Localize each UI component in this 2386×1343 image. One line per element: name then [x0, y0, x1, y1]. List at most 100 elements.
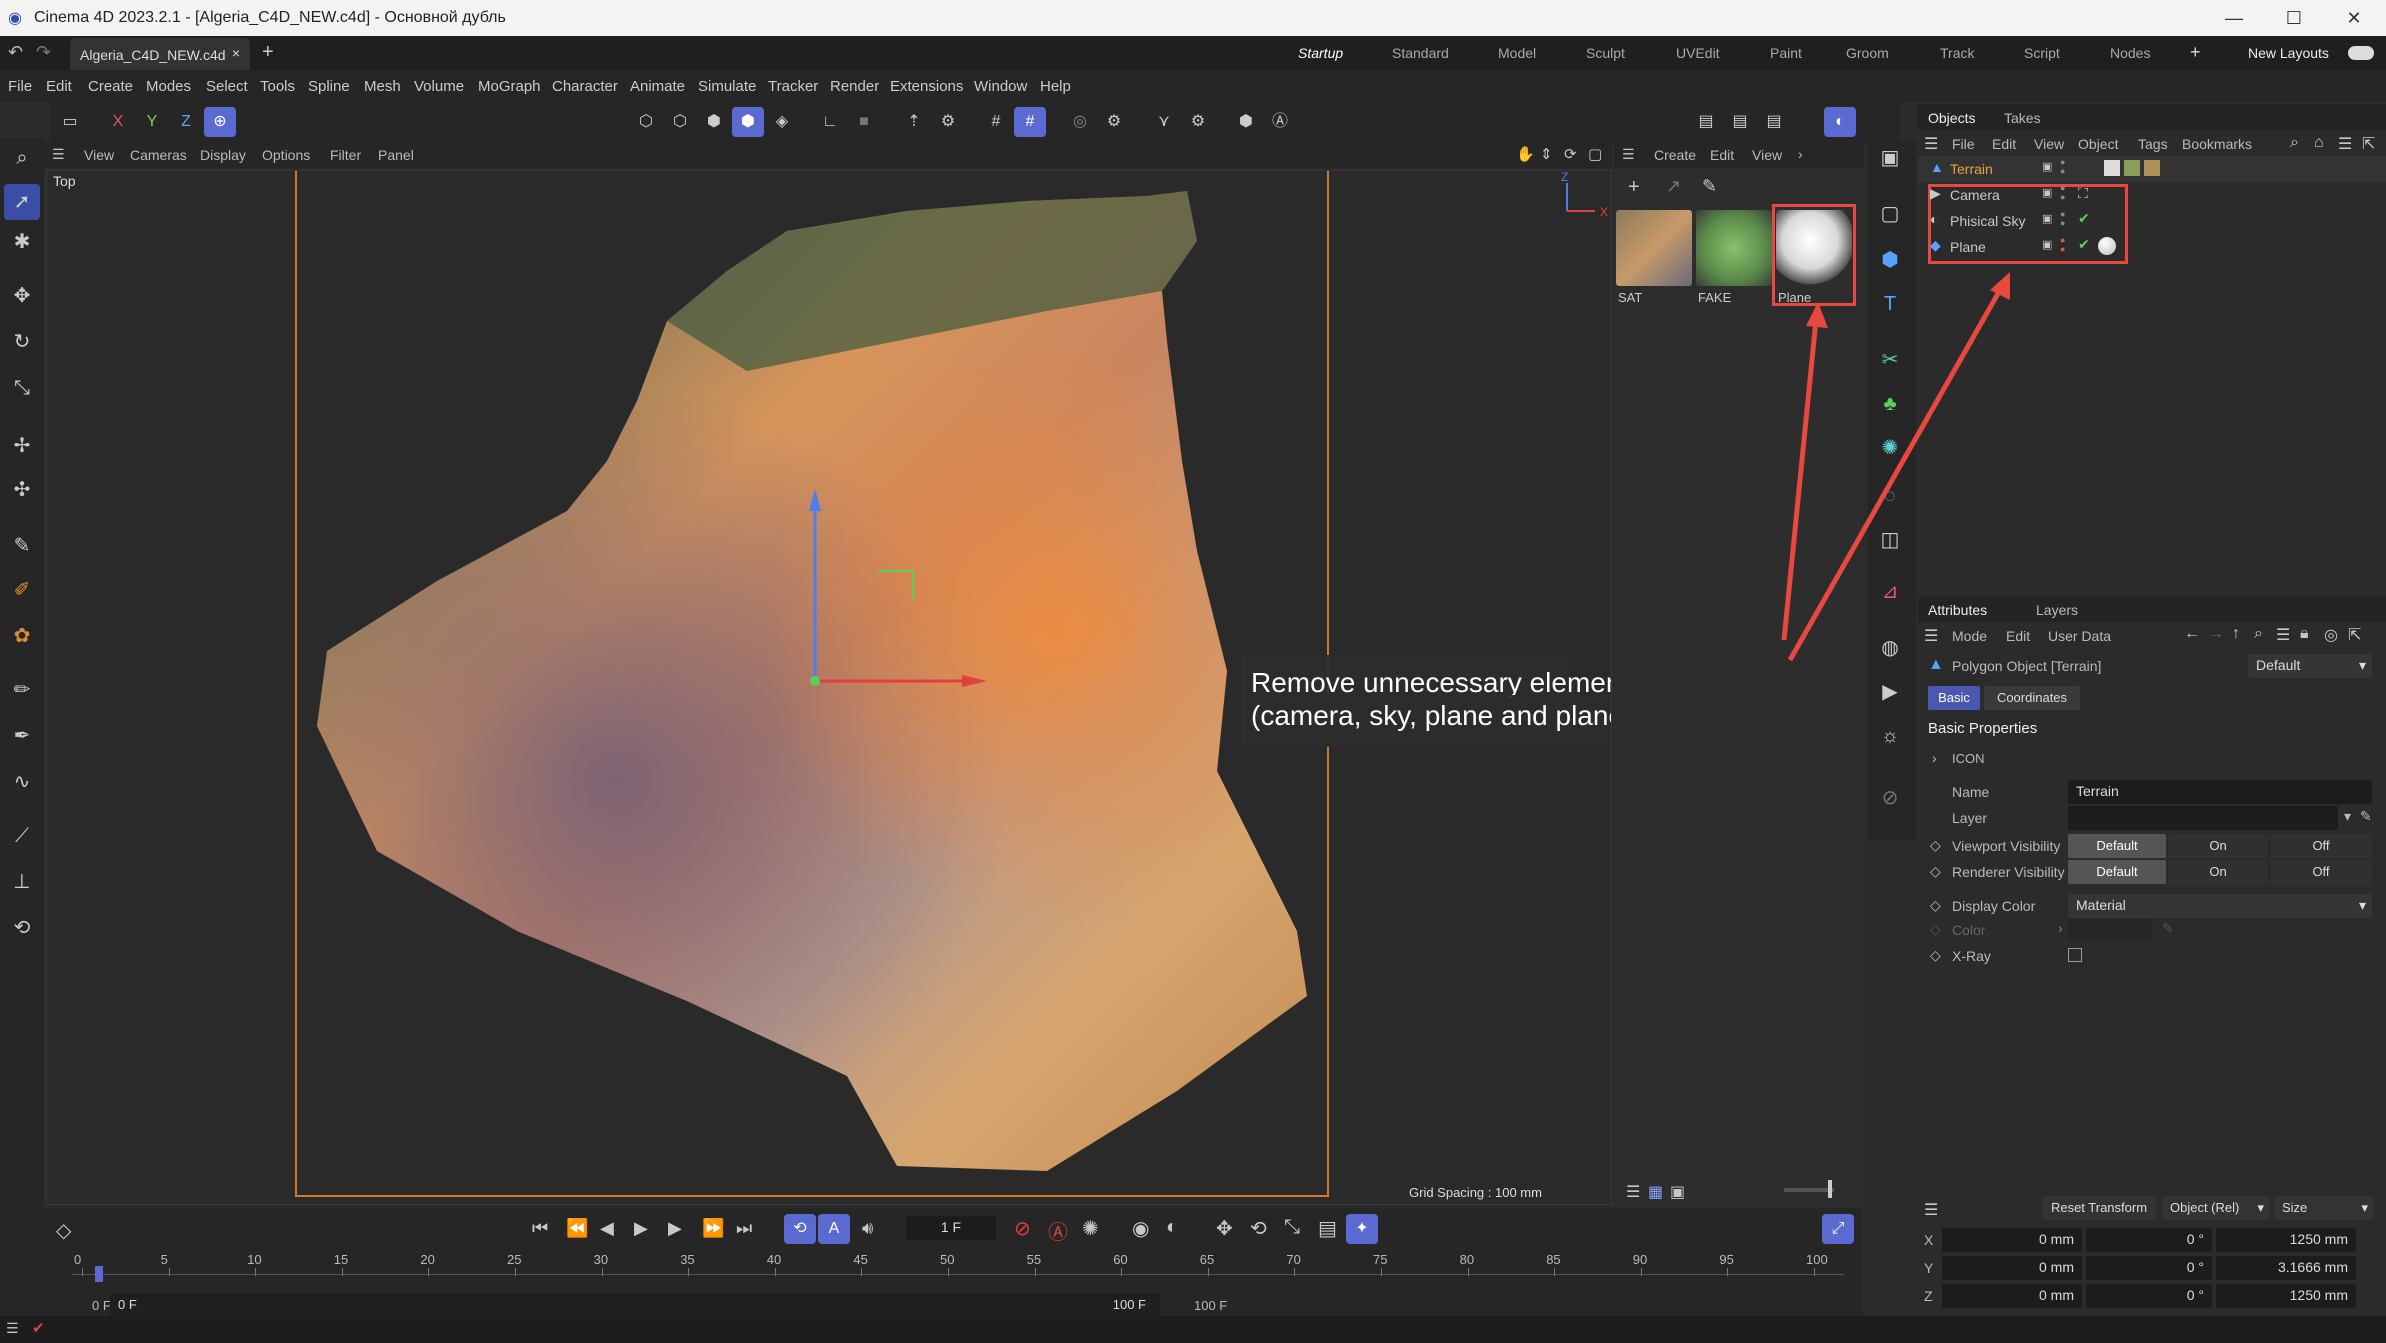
menu-mesh[interactable]: Mesh — [364, 78, 401, 95]
pen-icon[interactable]: ✏ — [4, 672, 40, 708]
renderer-vis-default[interactable]: Default — [2068, 860, 2166, 884]
target-icon[interactable]: ◎ — [2324, 625, 2338, 645]
redo-icon[interactable]: ↷ — [36, 42, 51, 63]
layout-startup[interactable]: Startup — [1298, 45, 1343, 61]
menu-file[interactable]: File — [8, 78, 32, 95]
viewport-vis-off[interactable]: Off — [2270, 834, 2372, 858]
lock-icon[interactable]: 🔒︎ — [2300, 625, 2309, 643]
viewport[interactable]: Top X Z Remove unnecessary elements (cam… — [46, 170, 1612, 1205]
scene-icon[interactable]: ◫ — [1872, 522, 1908, 558]
rotate-icon[interactable]: ↻ — [4, 324, 40, 360]
material-menu-view[interactable]: View — [1752, 147, 1782, 163]
viewport-hamburger-icon[interactable]: ☰ — [52, 146, 65, 163]
dolly-icon[interactable]: ⇕ — [1540, 145, 1553, 163]
viewport-menu-cameras[interactable]: Cameras — [130, 147, 187, 163]
edges-mode-icon[interactable]: ⬡ — [664, 107, 696, 137]
objects-menu-object[interactable]: Object — [2078, 136, 2118, 152]
attributes-filter-icon[interactable]: ☰ — [2276, 625, 2290, 645]
objects-filter-icon[interactable]: ☰ — [2338, 134, 2352, 154]
symmetry-icon[interactable]: ⋎ — [1148, 107, 1180, 137]
layout-standard[interactable]: Standard — [1392, 45, 1449, 61]
light-icon[interactable]: ☼ — [1872, 718, 1908, 754]
layer-toggle-icon[interactable]: ▣ — [2042, 186, 2052, 199]
layout-model[interactable]: Model — [1498, 45, 1536, 61]
rot-z-input[interactable]: 0 ° — [2086, 1284, 2212, 1308]
visibility-dots-icon[interactable]: ● ● — [2060, 236, 2065, 254]
material-menu-create[interactable]: Create — [1654, 147, 1696, 163]
key-pla-icon[interactable]: ✦ — [1346, 1214, 1378, 1244]
layout-paint[interactable]: Paint — [1770, 45, 1802, 61]
material-tag-fake-icon[interactable] — [2124, 160, 2140, 176]
tab-layers[interactable]: Layers — [2036, 602, 2078, 618]
visibility-dots-icon[interactable]: ● ● — [2060, 184, 2065, 202]
knife-icon[interactable]: ✎ — [4, 528, 40, 564]
cloner-icon[interactable]: ♣ — [1872, 386, 1908, 422]
attributes-menu-user-data[interactable]: User Data — [2048, 628, 2111, 644]
sketch-icon[interactable]: ✒ — [4, 718, 40, 754]
auto-key-icon[interactable]: Ⓐ — [1048, 1216, 1068, 1245]
pos-z-input[interactable]: 0 mm — [1942, 1284, 2082, 1308]
object-row-plane[interactable]: ◆ Plane ▣ ● ● ✔ — [1918, 234, 2386, 260]
document-tab[interactable]: Algeria_C4D_NEW.c4d × — [70, 38, 250, 70]
axis-x-toggle[interactable]: X — [102, 107, 134, 137]
snap-move-icon[interactable]: ✣ — [4, 472, 40, 508]
axis-y-toggle[interactable]: Y — [136, 107, 168, 137]
current-frame-field[interactable]: 1 F — [906, 1216, 996, 1240]
render-picture-viewer-icon[interactable]: ▤ — [1724, 107, 1756, 137]
spline-pen-icon[interactable]: ∿ — [4, 764, 40, 800]
coord-mode-dropdown[interactable]: Object (Rel) ▾ — [2162, 1196, 2270, 1220]
layer-input[interactable] — [2068, 806, 2338, 830]
render-region-icon[interactable]: ◎ — [1064, 107, 1096, 137]
key-settings-icon[interactable]: ✺ — [1082, 1216, 1099, 1241]
key-position-icon[interactable]: ✥ — [1216, 1216, 1233, 1241]
list-view-icon[interactable]: ☰ — [1626, 1182, 1640, 1202]
menu-select[interactable]: Select — [206, 78, 248, 95]
objects-search-icon[interactable]: ⌕ — [2290, 134, 2299, 152]
new-window-icon[interactable]: ⇱ — [2348, 625, 2361, 645]
layout-track[interactable]: Track — [1940, 45, 1974, 61]
viewport-menu-display[interactable]: Display — [200, 147, 246, 163]
preset-dropdown[interactable]: Default ▾ — [2248, 654, 2372, 678]
material-plane-swatch[interactable] — [1776, 210, 1852, 286]
live-selection-icon[interactable]: ➚ — [4, 184, 40, 220]
objects-menu-view[interactable]: View — [2034, 136, 2064, 152]
keyframe-diamond-icon[interactable]: ◇ — [1930, 897, 1941, 914]
menu-character[interactable]: Character — [552, 78, 618, 95]
undo-icon[interactable]: ↶ — [8, 42, 23, 63]
loop-icon[interactable]: ⟲ — [784, 1214, 816, 1244]
status-menu-icon[interactable]: ☰ — [6, 1320, 19, 1337]
coord-size-dropdown[interactable]: Size ▾ — [2274, 1196, 2374, 1220]
renderer-vis-off[interactable]: Off — [2270, 860, 2372, 884]
menu-tracker[interactable]: Tracker — [768, 78, 818, 95]
maximize-button[interactable]: ☐ — [2264, 0, 2324, 36]
viewport-menu-options[interactable]: Options — [262, 147, 310, 163]
solo-icon[interactable]: ■ — [848, 107, 880, 137]
tab-coordinates[interactable]: Coordinates — [1984, 686, 2080, 710]
material-tag-sat-icon[interactable] — [2144, 160, 2160, 176]
forward-icon[interactable]: → — [2208, 625, 2224, 643]
menu-tools[interactable]: Tools — [260, 78, 295, 95]
back-icon[interactable]: ← — [2184, 625, 2200, 643]
go-to-start-icon[interactable]: ⏮ — [532, 1218, 548, 1239]
close-window-button[interactable]: ✕ — [2324, 0, 2384, 36]
keyframe-interp-icon[interactable]: ◐ — [1166, 1216, 1178, 1239]
search-icon[interactable]: ⌕ — [4, 140, 40, 176]
menu-volume[interactable]: Volume — [414, 78, 464, 95]
next-key-icon[interactable]: ⏩ — [702, 1218, 724, 1239]
tab-takes[interactable]: Takes — [2004, 110, 2041, 126]
layout-uvedit[interactable]: UVEdit — [1676, 45, 1720, 61]
auto-key-mode-icon[interactable]: A — [818, 1214, 850, 1244]
objects-menu-bookmarks[interactable]: Bookmarks — [2182, 136, 2252, 152]
render-tag-icon[interactable]: ⊘ — [1872, 780, 1908, 816]
up-icon[interactable]: ↑ — [2232, 625, 2240, 643]
menu-create[interactable]: Create — [88, 78, 133, 95]
viewport-vis-on[interactable]: On — [2168, 834, 2268, 858]
guide-icon[interactable]: ⊥ — [4, 864, 40, 900]
menu-simulate[interactable]: Simulate — [698, 78, 756, 95]
objects-menu-tags[interactable]: Tags — [2138, 136, 2168, 152]
paint-icon[interactable]: ✿ — [4, 618, 40, 654]
motion-record-icon[interactable]: ◉ — [1132, 1216, 1149, 1241]
menu-modes[interactable]: Modes — [146, 78, 191, 95]
deformer-icon[interactable]: ✺ — [1872, 430, 1908, 466]
object-row-physical-sky[interactable]: ◐ Phisical Sky ▣ ● ● ✔ — [1918, 208, 2386, 234]
